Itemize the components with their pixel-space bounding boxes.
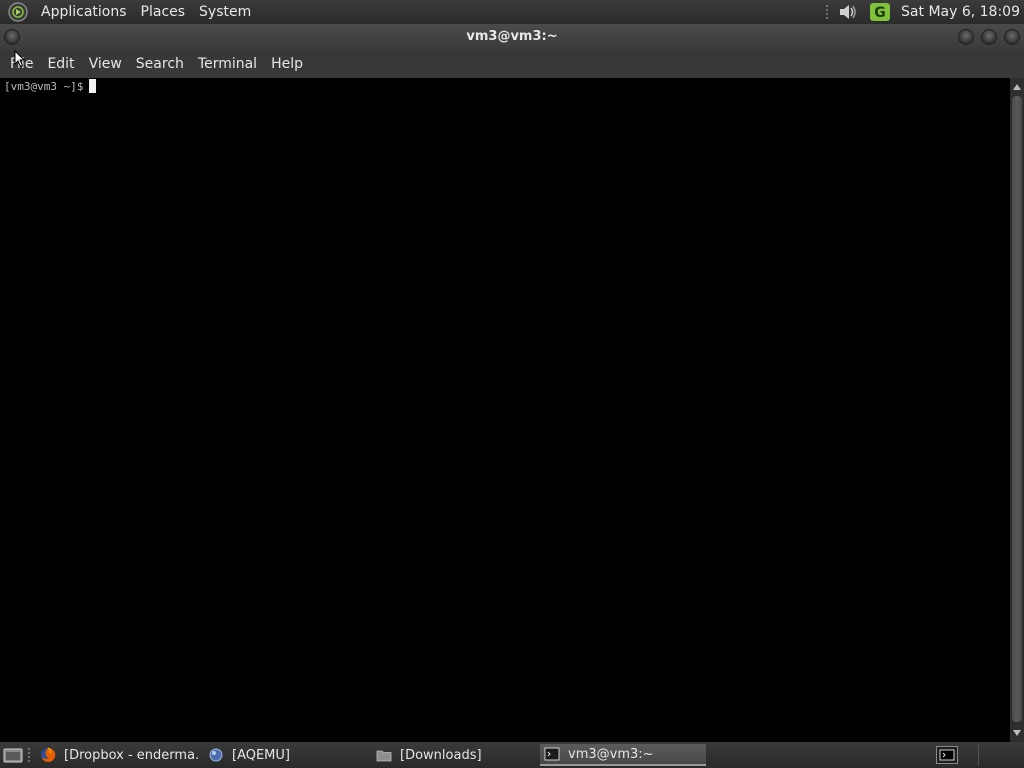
task-terminal[interactable]: vm3@vm3:~ [540, 744, 706, 766]
task-label: [AQEMU] [232, 747, 290, 763]
mouse-pointer-icon [14, 50, 26, 68]
shell-prompt: [vm3@vm3 ~]$ [4, 79, 84, 93]
terminal-scrollbar[interactable] [1010, 78, 1024, 742]
task-downloads[interactable]: [Downloads] [372, 744, 536, 766]
workspace-switcher[interactable] [936, 746, 958, 764]
svg-text:G: G [874, 5, 886, 21]
bottom-panel: [Dropbox - enderma… [AQEMU] [Downloads] … [0, 742, 1024, 768]
terminal-icon [544, 747, 560, 761]
panel-separator [825, 4, 830, 20]
places-menu[interactable]: Places [134, 0, 193, 24]
menu-help[interactable]: Help [264, 50, 310, 78]
panel-separator [978, 744, 979, 766]
clock[interactable]: Sat May 6, 18:09 [901, 4, 1020, 20]
close-button[interactable] [1004, 29, 1020, 45]
task-dropbox[interactable]: [Dropbox - enderma… [36, 744, 200, 766]
task-aqemu[interactable]: [AQEMU] [204, 744, 368, 766]
top-panel: Applications Places System G Sat May 6, … [0, 0, 1024, 24]
show-desktop-icon[interactable] [3, 746, 23, 764]
scroll-thumb[interactable] [1012, 96, 1022, 722]
aqemu-icon [209, 748, 223, 762]
menu-search[interactable]: Search [129, 50, 191, 78]
folder-icon [376, 750, 392, 762]
menu-view[interactable]: View [82, 50, 129, 78]
window-title: vm3@vm3:~ [466, 29, 558, 44]
volume-icon[interactable] [837, 1, 859, 23]
distro-logo-icon[interactable] [8, 2, 28, 22]
maximize-button[interactable] [981, 29, 997, 45]
task-label: vm3@vm3:~ [568, 746, 654, 762]
scroll-down-icon[interactable] [1013, 730, 1021, 736]
terminal-area[interactable]: [vm3@vm3 ~]$ [0, 78, 1010, 742]
update-notifier-icon[interactable]: G [869, 1, 891, 23]
system-tray: G Sat May 6, 18:09 [825, 0, 1024, 24]
task-label: [Downloads] [400, 747, 482, 763]
minimize-button[interactable] [958, 29, 974, 45]
text-cursor [89, 79, 97, 93]
window-titlebar[interactable]: vm3@vm3:~ [0, 24, 1024, 50]
system-menu[interactable]: System [192, 0, 258, 24]
prompt-line: [vm3@vm3 ~]$ [4, 79, 1006, 93]
firefox-icon [41, 747, 56, 762]
terminal-icon [939, 749, 955, 761]
scroll-up-icon[interactable] [1013, 84, 1021, 90]
menu-edit[interactable]: Edit [40, 50, 81, 78]
menubar: File Edit View Search Terminal Help [0, 50, 1024, 78]
task-label: [Dropbox - enderma… [64, 747, 200, 763]
panel-separator [27, 747, 31, 763]
menu-terminal[interactable]: Terminal [191, 50, 264, 78]
applications-menu[interactable]: Applications [34, 0, 134, 24]
